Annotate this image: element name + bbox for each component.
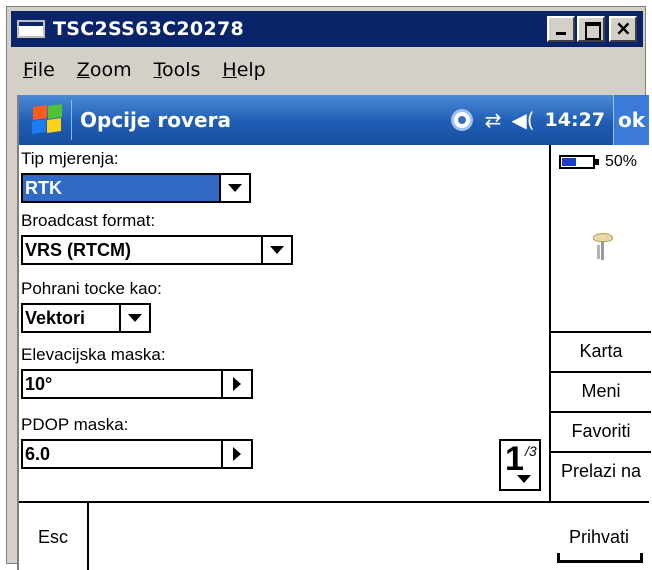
page-indicator[interactable]: 1 /3 [499,439,541,491]
elevation-mask-field[interactable]: 10° [21,369,253,399]
title-bar[interactable]: TSC2SS63C20278 × [11,11,643,47]
field-label-store-points: Pohrani tocke kao: [21,279,162,298]
map-button[interactable]: Karta [551,331,651,369]
window-app-icon [17,20,45,38]
survey-type-value: RTK [23,175,219,201]
pdop-mask-value: 6.0 [25,443,51,464]
switch-to-button[interactable]: Prelazi na [551,451,651,489]
close-icon: × [615,16,632,40]
field-label-pdop-mask: PDOP maska: [21,415,129,434]
field-label-elevation-mask: Elevacijska maska: [21,345,166,364]
accept-label: Prihvati [568,526,630,547]
rover-options-form: Tip mjerenja: RTK Broadcast format: VRS … [19,145,541,501]
field-label-survey-type: Tip mjerenja: [21,149,119,168]
enter-key-icon [557,553,643,563]
application-window: TSC2SS63C20278 × File Zoom Tools Help Op… [6,6,651,570]
ok-button[interactable]: ok [613,95,649,145]
broadcast-format-value: VRS (RTCM) [25,239,131,260]
clock[interactable]: 14:27 [545,109,605,131]
window-controls: × [545,16,637,42]
pdop-mask-field[interactable]: 6.0 [21,439,253,469]
device-screen: Opcije rovera ⇄ ◀( 14:27 ok Tip mjerenja… [17,95,651,570]
navigation-bar: Opcije rovera ⇄ ◀( 14:27 ok [19,95,649,145]
menu-button[interactable]: Meni [551,371,651,409]
favorites-button[interactable]: Favoriti [551,411,651,449]
close-button[interactable]: × [609,16,637,42]
rover-receiver-icon [591,233,615,261]
accept-button[interactable]: Prihvati [549,503,649,570]
chevron-down-icon [517,475,531,483]
bottom-bar: Esc Prihvati [19,501,649,570]
maximize-button[interactable] [577,16,605,42]
esc-button[interactable]: Esc [19,503,89,570]
chevron-down-icon[interactable] [219,175,249,201]
start-menu-icon[interactable] [23,100,67,140]
volume-icon[interactable]: ◀( [511,108,534,132]
connectivity-icon[interactable]: ⇄ [485,108,502,132]
nav-separator [71,100,72,140]
page-current: 1 [505,440,524,478]
window-title: TSC2SS63C20278 [53,18,245,40]
gps-status-icon[interactable] [450,109,473,131]
page-title: Opcije rovera [80,108,231,132]
menu-file[interactable]: File [23,59,55,81]
chevron-right-icon[interactable] [221,441,251,467]
chevron-down-icon[interactable] [261,237,291,263]
battery-icon [559,155,595,169]
elevation-mask-value: 10° [25,373,53,394]
right-panel: 50% Karta Meni Favoriti Prelazi na [549,145,651,501]
minimize-button[interactable] [547,16,575,42]
chevron-down-icon[interactable] [119,305,149,331]
menu-bar: File Zoom Tools Help [11,53,276,87]
survey-type-dropdown[interactable]: RTK [21,173,251,203]
store-points-dropdown[interactable]: Vektori [21,303,151,333]
field-label-broadcast-format: Broadcast format: [21,211,156,230]
menu-help[interactable]: Help [222,59,265,81]
menu-zoom[interactable]: Zoom [77,59,132,81]
status-area: ⇄ ◀( 14:27 ok [450,95,649,145]
store-points-value: Vektori [25,307,86,328]
battery-percent: 50% [605,153,638,170]
broadcast-format-dropdown[interactable]: VRS (RTCM) [21,235,293,265]
menu-tools[interactable]: Tools [154,59,201,81]
chevron-right-icon[interactable] [221,371,251,397]
battery-indicator: 50% [559,153,637,171]
page-total: /3 [525,443,537,459]
